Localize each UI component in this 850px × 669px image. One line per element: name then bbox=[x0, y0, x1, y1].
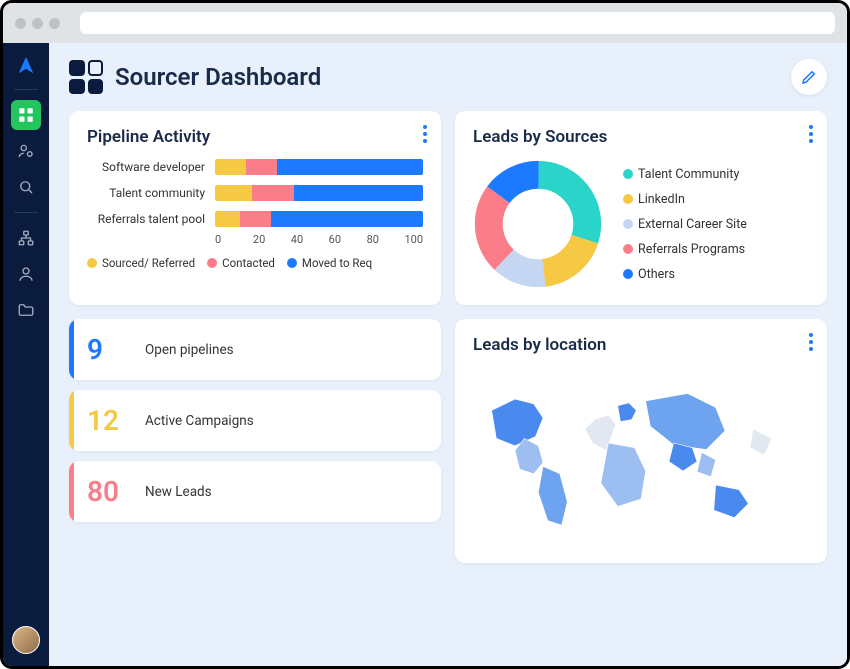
stat-label: Open pipelines bbox=[145, 342, 234, 358]
dashboard-grid: Pipeline Activity Software developer Tal… bbox=[69, 111, 827, 563]
legend-label: Contacted bbox=[222, 256, 275, 270]
legend-item: Sourced/ Referred bbox=[87, 256, 195, 270]
user-gear-icon bbox=[17, 142, 35, 160]
sidebar-item-search[interactable] bbox=[11, 172, 41, 202]
bar-row: Talent community bbox=[87, 185, 423, 201]
page-header: Sourcer Dashboard bbox=[69, 59, 827, 95]
stat-open-pipelines[interactable]: 9 Open pipelines bbox=[69, 319, 441, 380]
legend-item: Talent Community bbox=[623, 167, 747, 182]
dashboard-glyph-icon bbox=[69, 60, 103, 94]
legend-item: LinkedIn bbox=[623, 192, 747, 207]
card-menu-button[interactable] bbox=[809, 333, 813, 351]
chart-legend: Talent Community LinkedIn External Caree… bbox=[623, 167, 747, 282]
card-title: Leads by location bbox=[473, 335, 809, 355]
card-menu-button[interactable] bbox=[809, 125, 813, 143]
chart-legend: Sourced/ Referred Contacted Moved to Req bbox=[87, 256, 423, 270]
traffic-close[interactable] bbox=[15, 18, 26, 29]
tick: 100 bbox=[404, 233, 423, 246]
divider bbox=[14, 89, 38, 90]
card-title: Leads by Sources bbox=[473, 127, 809, 147]
sidebar-item-files[interactable] bbox=[11, 295, 41, 325]
stat-value: 9 bbox=[87, 333, 129, 366]
avatar[interactable] bbox=[12, 626, 40, 654]
legend-item: Others bbox=[623, 267, 747, 282]
stat-value: 80 bbox=[87, 475, 129, 508]
bar-row: Referrals talent pool bbox=[87, 211, 423, 227]
stat-value: 12 bbox=[87, 404, 129, 437]
legend-label: Talent Community bbox=[638, 167, 739, 182]
tick: 60 bbox=[329, 233, 367, 246]
stat-label: Active Campaigns bbox=[145, 413, 254, 429]
world-map-svg bbox=[473, 367, 809, 547]
legend-label: External Career Site bbox=[638, 217, 747, 232]
stat-label: New Leads bbox=[145, 484, 212, 500]
bar-label: Talent community bbox=[87, 186, 205, 200]
main-content: Sourcer Dashboard Pipeline Activity Soft… bbox=[49, 43, 847, 666]
card-menu-button[interactable] bbox=[423, 125, 427, 143]
legend-label: Referrals Programs bbox=[638, 242, 745, 257]
legend-label: Moved to Req bbox=[302, 256, 372, 270]
user-icon bbox=[17, 265, 35, 283]
edit-button[interactable] bbox=[791, 59, 827, 95]
browser-window: Sourcer Dashboard Pipeline Activity Soft… bbox=[0, 0, 850, 669]
tick: 80 bbox=[367, 233, 405, 246]
tick: 20 bbox=[253, 233, 291, 246]
legend-item: External Career Site bbox=[623, 217, 747, 232]
folder-icon bbox=[17, 301, 35, 319]
card-pipeline-activity: Pipeline Activity Software developer Tal… bbox=[69, 111, 441, 305]
card-leads-by-sources: Leads by Sources Talent Community Linked… bbox=[455, 111, 827, 305]
sidebar-item-contacts[interactable] bbox=[11, 136, 41, 166]
divider bbox=[14, 212, 38, 213]
bar-track bbox=[215, 159, 423, 175]
donut-chart-wrap: Talent Community LinkedIn External Caree… bbox=[473, 159, 809, 289]
bar-row: Software developer bbox=[87, 159, 423, 175]
legend-label: Sourced/ Referred bbox=[102, 256, 195, 270]
stat-new-leads[interactable]: 80 New Leads bbox=[69, 461, 441, 522]
world-map bbox=[473, 367, 809, 547]
grid-icon bbox=[17, 106, 35, 124]
sidebar-item-dashboard[interactable] bbox=[11, 100, 41, 130]
legend-item: Contacted bbox=[207, 256, 275, 270]
bar-label: Software developer bbox=[87, 160, 205, 174]
legend-item: Moved to Req bbox=[287, 256, 372, 270]
donut-chart bbox=[473, 159, 603, 289]
logo-icon bbox=[15, 55, 37, 77]
tick: 0 bbox=[215, 233, 253, 246]
sidebar-item-org[interactable] bbox=[11, 223, 41, 253]
bar-label: Referrals talent pool bbox=[87, 212, 205, 226]
bar-track bbox=[215, 185, 423, 201]
bar-track bbox=[215, 211, 423, 227]
card-title: Pipeline Activity bbox=[87, 127, 423, 147]
traffic-max[interactable] bbox=[49, 18, 60, 29]
card-leads-by-location: Leads by location bbox=[455, 319, 827, 563]
legend-item: Referrals Programs bbox=[623, 242, 747, 257]
pipeline-bar-chart: Software developer Talent community Refe… bbox=[87, 159, 423, 227]
pencil-icon bbox=[800, 68, 818, 86]
tick: 40 bbox=[291, 233, 329, 246]
browser-chrome bbox=[3, 3, 847, 43]
url-bar[interactable] bbox=[80, 12, 835, 34]
stats-column: 9 Open pipelines 12 Active Campaigns 80 … bbox=[69, 319, 441, 563]
legend-label: LinkedIn bbox=[638, 192, 685, 207]
legend-label: Others bbox=[638, 267, 675, 282]
traffic-lights bbox=[15, 18, 60, 29]
traffic-min[interactable] bbox=[32, 18, 43, 29]
page-title: Sourcer Dashboard bbox=[115, 63, 321, 91]
app-shell: Sourcer Dashboard Pipeline Activity Soft… bbox=[3, 43, 847, 666]
org-chart-icon bbox=[17, 229, 35, 247]
sidebar-item-profile[interactable] bbox=[11, 259, 41, 289]
search-icon bbox=[17, 178, 35, 196]
sidebar bbox=[3, 43, 49, 666]
stat-active-campaigns[interactable]: 12 Active Campaigns bbox=[69, 390, 441, 451]
x-axis: 0 20 40 60 80 100 bbox=[215, 233, 423, 246]
